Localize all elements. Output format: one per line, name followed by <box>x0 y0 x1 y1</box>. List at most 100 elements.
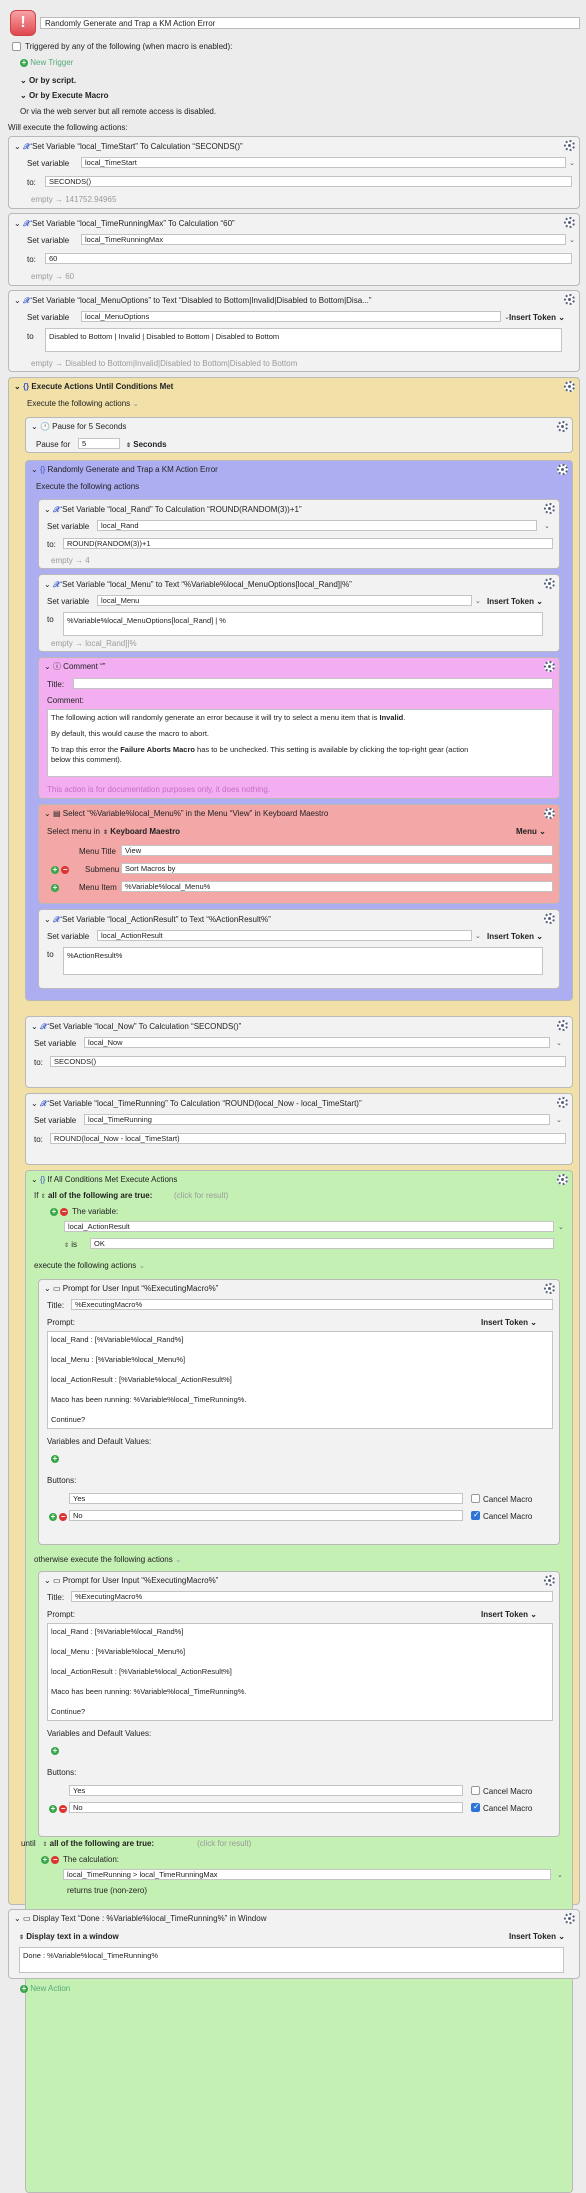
action-display-text[interactable]: ⌄ ▭ Display Text “Done : %Variable%local… <box>8 1909 580 1979</box>
chevron-down-icon[interactable]: ⌄ <box>569 159 575 167</box>
action-set-timestart[interactable]: ⌄ 𝒳 Set Variable “local_TimeStart” To Ca… <box>8 136 580 209</box>
text-value-area[interactable]: %ActionResult% <box>63 947 543 975</box>
gear-icon[interactable] <box>544 1575 555 1586</box>
gear-icon[interactable] <box>564 1913 575 1924</box>
display-mode-popup[interactable]: ⇕ Display text in a window <box>19 1932 119 1943</box>
gear-icon[interactable] <box>564 140 575 151</box>
action-pause[interactable]: ⌄ 🕐 Pause for 5 Seconds Pause for 5 ⇕ Se… <box>25 417 573 453</box>
new-trigger-button[interactable]: + New Trigger <box>20 58 73 68</box>
button-2-field[interactable]: No <box>69 1510 463 1521</box>
remove-icon[interactable]: − <box>59 1805 68 1813</box>
calculation-field[interactable]: SECONDS() <box>50 1056 566 1067</box>
action-set-timerunningmax[interactable]: ⌄ 𝒳 Set Variable “local_TimeRunningMax” … <box>8 213 580 286</box>
add-icon[interactable]: + <box>51 1747 59 1755</box>
calculation-field[interactable]: ROUND(RANDOM(3))+1 <box>63 538 553 549</box>
insert-token-button[interactable]: Insert Token ⌄ <box>487 932 543 942</box>
cancel-macro-checkbox[interactable] <box>471 1510 480 1520</box>
add-icon[interactable]: + <box>41 1856 49 1864</box>
menu-title-field[interactable]: View <box>121 845 553 856</box>
comment-title-field[interactable] <box>73 678 553 689</box>
chevron-down-icon[interactable]: ⌄ <box>569 236 575 244</box>
variable-name-field[interactable]: local_TimeRunningMax <box>81 234 566 245</box>
variable-name-field[interactable]: local_Now <box>84 1037 550 1048</box>
add-icon[interactable]: + <box>51 866 59 874</box>
action-set-timerunning[interactable]: ⌄ 𝒳 Set Variable “local_TimeRunning” To … <box>25 1093 573 1165</box>
chevron-down-icon[interactable]: ⌄ <box>556 1116 562 1124</box>
gear-icon[interactable] <box>564 294 575 305</box>
gear-icon[interactable] <box>564 381 575 392</box>
add-icon[interactable]: + <box>50 1208 58 1216</box>
variable-name-field[interactable]: local_ActionResult <box>97 930 472 941</box>
gear-icon[interactable] <box>557 421 568 432</box>
action-if-then-else[interactable]: ⌄ {} If All Conditions Met Execute Actio… <box>25 1170 573 2193</box>
add-icon[interactable]: + <box>51 1455 59 1463</box>
button-row-controls[interactable]: + − <box>49 1804 68 1814</box>
prompt-text-area[interactable]: local_Rand : [%Variable%local_Rand%] loc… <box>47 1623 553 1721</box>
app-popup[interactable]: ⇕ Keyboard Maestro <box>103 827 180 838</box>
action-prompt-2[interactable]: ⌄ ▭ Prompt for User Input “%ExecutingMac… <box>38 1571 560 1837</box>
or-by-script[interactable]: ⌄ Or by script. <box>20 76 76 86</box>
action-set-actionresult[interactable]: ⌄ 𝒳 Set Variable “local_ActionResult” to… <box>38 909 560 989</box>
submenu-row-controls[interactable]: + − <box>51 865 70 875</box>
click-for-result[interactable]: (click for result) <box>174 1191 228 1201</box>
action-set-menuoptions[interactable]: ⌄ 𝒳 Set Variable “local_MenuOptions” to … <box>8 290 580 372</box>
button-row-controls[interactable]: + − <box>49 1512 68 1522</box>
add-variable-button[interactable]: + <box>51 1454 59 1464</box>
cancel-macro-checkbox[interactable] <box>471 1494 480 1503</box>
or-by-execute[interactable]: ⌄ Or by Execute Macro <box>20 91 109 101</box>
chevron-down-icon[interactable]: ⌄ <box>556 1039 562 1047</box>
unit-popup[interactable]: ⇕ Seconds <box>126 440 167 451</box>
action-comment[interactable]: ⌄ ⓘ Comment “” Title: Comment: The follo… <box>38 657 560 799</box>
insert-token-button[interactable]: Insert Token ⌄ <box>487 597 543 607</box>
condition-value-field[interactable]: OK <box>90 1238 554 1249</box>
insert-token-button[interactable]: Insert Token ⌄ <box>481 1318 537 1328</box>
condition-controls[interactable]: + − <box>41 1855 60 1865</box>
gear-icon[interactable] <box>544 1283 555 1294</box>
text-value-area[interactable]: Disabled to Bottom | Invalid | Disabled … <box>45 328 562 352</box>
gear-icon[interactable] <box>544 578 555 589</box>
condition-variable-field[interactable]: local_ActionResult <box>64 1221 554 1232</box>
add-icon[interactable]: + <box>49 1513 57 1521</box>
remove-icon[interactable]: − <box>61 866 70 874</box>
add-icon[interactable]: + <box>49 1805 57 1813</box>
gear-icon[interactable] <box>544 503 555 514</box>
insert-token-button[interactable]: Insert Token ⌄ <box>509 1932 565 1942</box>
add-icon[interactable]: + <box>51 884 59 892</box>
action-prompt-1[interactable]: ⌄ ▭ Prompt for User Input “%ExecutingMac… <box>38 1279 560 1545</box>
action-set-rand[interactable]: ⌄ 𝒳 Set Variable “local_Rand” To Calcula… <box>38 499 560 569</box>
variable-name-field[interactable]: local_TimeStart <box>81 157 566 168</box>
gear-icon[interactable] <box>544 661 555 672</box>
menu-item-field[interactable]: %Variable%local_Menu% <box>121 881 553 892</box>
button-1-field[interactable]: Yes <box>69 1785 463 1796</box>
text-value-area[interactable]: %Variable%local_MenuOptions[local_Rand] … <box>63 612 543 636</box>
submenu-field[interactable]: Sort Macros by <box>121 863 553 874</box>
prompt-title-field[interactable]: %ExecutingMacro% <box>71 1591 553 1602</box>
remove-icon[interactable]: − <box>59 1513 68 1521</box>
action-set-menu[interactable]: ⌄ 𝒳 Set Variable “local_Menu” to Text “%… <box>38 574 560 652</box>
pause-seconds-field[interactable]: 5 <box>78 438 120 449</box>
gear-icon[interactable] <box>557 1020 568 1031</box>
action-group[interactable]: ⌄ {} Randomly Generate and Trap a KM Act… <box>25 460 573 1001</box>
chevron-down-icon[interactable]: ⌄ <box>475 932 481 940</box>
calculation-field[interactable]: ROUND(local_Now - local_TimeStart) <box>50 1133 566 1144</box>
remove-icon[interactable]: − <box>51 1856 60 1864</box>
triggered-checkbox[interactable] <box>12 42 21 51</box>
condition-controls[interactable]: + − <box>50 1207 69 1217</box>
variable-name-field[interactable]: local_MenuOptions <box>81 311 501 322</box>
gear-icon[interactable] <box>544 913 555 924</box>
gear-icon[interactable] <box>544 808 555 819</box>
action-select-menu[interactable]: ⌄ ▤ Select “%Variable%local_Menu%” in th… <box>38 804 560 904</box>
add-variable-button[interactable]: + <box>51 1746 59 1756</box>
variable-name-field[interactable]: local_TimeRunning <box>84 1114 550 1125</box>
gear-icon[interactable] <box>564 217 575 228</box>
calculation-field[interactable]: SECONDS() <box>45 176 572 187</box>
cancel-macro-checkbox[interactable] <box>471 1802 480 1812</box>
calculation-field[interactable]: 60 <box>45 253 572 264</box>
variable-name-field[interactable]: local_Menu <box>97 595 472 606</box>
gear-icon[interactable] <box>557 464 568 475</box>
comment-text-area[interactable]: The following action will randomly gener… <box>47 709 553 777</box>
gear-icon[interactable] <box>557 1174 568 1185</box>
display-text-area[interactable]: Done : %Variable%local_TimeRunning% <box>19 1947 564 1973</box>
click-for-result[interactable]: (click for result) <box>197 1839 251 1849</box>
action-set-now[interactable]: ⌄ 𝒳 Set Variable “local_Now” To Calculat… <box>25 1016 573 1088</box>
